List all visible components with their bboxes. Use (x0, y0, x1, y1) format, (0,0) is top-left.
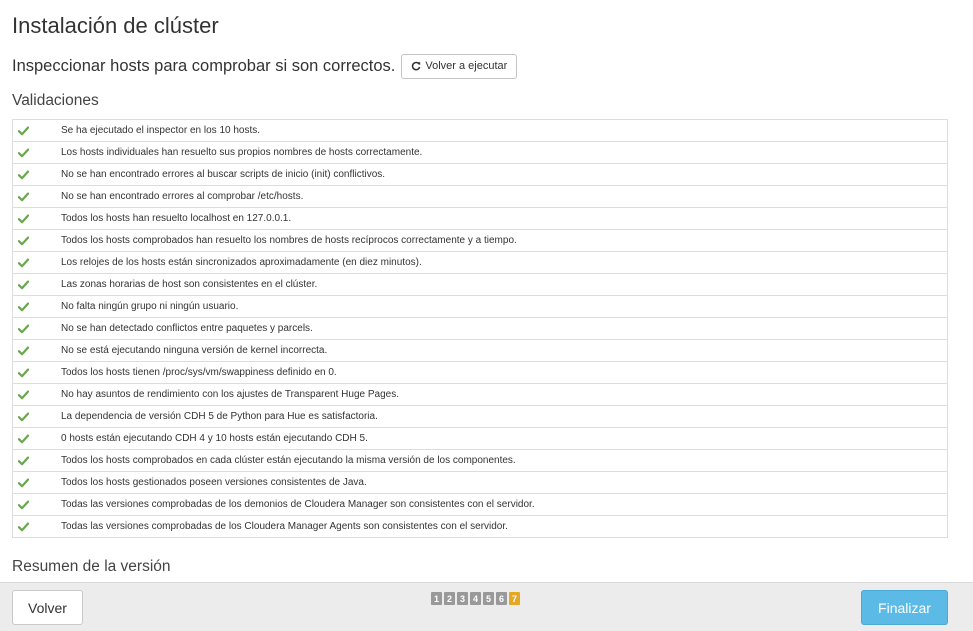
validation-row: Todos los hosts han resuelto localhost e… (13, 208, 947, 230)
validation-message: Todas las versiones comprobadas de los C… (61, 521, 508, 532)
validation-message: No se han encontrado errores al comproba… (61, 191, 304, 202)
check-icon (13, 390, 61, 400)
check-icon (13, 324, 61, 334)
check-icon (13, 522, 61, 532)
check-icon (13, 170, 61, 180)
validation-message: Los hosts individuales han resuelto sus … (61, 147, 423, 158)
validation-message: Todos los hosts tienen /proc/sys/vm/swap… (61, 367, 337, 378)
validation-row: Los relojes de los hosts están sincroniz… (13, 252, 947, 274)
check-icon (13, 478, 61, 488)
check-icon (13, 148, 61, 158)
check-icon (13, 258, 61, 268)
step-2[interactable]: 2 (444, 592, 455, 605)
check-icon (13, 236, 61, 246)
validation-row: Todas las versiones comprobadas de los d… (13, 494, 947, 516)
check-icon (13, 500, 61, 510)
check-icon (13, 412, 61, 422)
validation-row: No se está ejecutando ninguna versión de… (13, 340, 947, 362)
step-3[interactable]: 3 (457, 592, 468, 605)
validation-message: Todos los hosts comprobados han resuelto… (61, 235, 517, 246)
back-button[interactable]: Volver (12, 590, 83, 625)
check-icon (13, 280, 61, 290)
validation-message: Todos los hosts han resuelto localhost e… (61, 213, 292, 224)
page-title: Instalación de clúster (12, 13, 219, 38)
check-icon (13, 126, 61, 136)
check-icon (13, 192, 61, 202)
validation-row: Se ha ejecutado el inspector en los 10 h… (13, 120, 947, 142)
validation-message: No se han detectado conflictos entre paq… (61, 323, 313, 334)
version-summary-title: Resumen de la versión (12, 558, 171, 575)
validation-row: La dependencia de versión CDH 5 de Pytho… (13, 406, 947, 428)
step-4[interactable]: 4 (470, 592, 481, 605)
validation-row: No se han encontrado errores al comproba… (13, 186, 947, 208)
validation-row: No hay asuntos de rendimiento con los aj… (13, 384, 947, 406)
step-indicator: 1234567 (431, 592, 520, 605)
step-7[interactable]: 7 (509, 592, 520, 605)
finish-button[interactable]: Finalizar (861, 590, 948, 625)
validation-message: Se ha ejecutado el inspector en los 10 h… (61, 125, 261, 136)
validation-message: No hay asuntos de rendimiento con los aj… (61, 389, 399, 400)
check-icon (13, 346, 61, 356)
validation-message: Los relojes de los hosts están sincroniz… (61, 257, 422, 268)
validation-row: Los hosts individuales han resuelto sus … (13, 142, 947, 164)
validation-message: No falta ningún grupo ni ningún usuario. (61, 301, 239, 312)
validation-row: Todos los hosts comprobados en cada clús… (13, 450, 947, 472)
check-icon (13, 368, 61, 378)
validations-table: Se ha ejecutado el inspector en los 10 h… (12, 119, 948, 538)
validation-row: Todos los hosts gestionados poseen versi… (13, 472, 947, 494)
refresh-icon (411, 61, 421, 71)
validation-row: Las zonas horarias de host son consisten… (13, 274, 947, 296)
step-5[interactable]: 5 (483, 592, 494, 605)
check-icon (13, 434, 61, 444)
validation-message: No se han encontrado errores al buscar s… (61, 169, 386, 180)
validation-message: Todos los hosts comprobados en cada clús… (61, 455, 516, 466)
validation-row: No se han encontrado errores al buscar s… (13, 164, 947, 186)
validation-message: 0 hosts están ejecutando CDH 4 y 10 host… (61, 433, 368, 444)
step-6[interactable]: 6 (496, 592, 507, 605)
check-icon (13, 456, 61, 466)
rerun-button-label: Volver a ejecutar (425, 60, 508, 72)
validation-row: No falta ningún grupo ni ningún usuario. (13, 296, 947, 318)
validation-row: 0 hosts están ejecutando CDH 4 y 10 host… (13, 428, 947, 450)
step-1[interactable]: 1 (431, 592, 442, 605)
footer-bar: Volver 1234567 Finalizar (0, 582, 973, 631)
validation-message: No se está ejecutando ninguna versión de… (61, 345, 328, 356)
validation-row: Todos los hosts comprobados han resuelto… (13, 230, 947, 252)
check-icon (13, 214, 61, 224)
validation-message: Todos los hosts gestionados poseen versi… (61, 477, 367, 488)
inspect-row: Inspeccionar hosts para comprobar si son… (12, 53, 518, 79)
validation-message: Todas las versiones comprobadas de los d… (61, 499, 535, 510)
check-icon (13, 302, 61, 312)
validations-title: Validaciones (12, 92, 99, 109)
inspect-description: Inspeccionar hosts para comprobar si son… (12, 56, 396, 75)
validation-row: No se han detectado conflictos entre paq… (13, 318, 947, 340)
validation-message: Las zonas horarias de host son consisten… (61, 279, 318, 290)
validation-row: Todas las versiones comprobadas de los C… (13, 516, 947, 538)
validation-row: Todos los hosts tienen /proc/sys/vm/swap… (13, 362, 947, 384)
rerun-button[interactable]: Volver a ejecutar (401, 53, 518, 79)
validation-message: La dependencia de versión CDH 5 de Pytho… (61, 411, 378, 422)
